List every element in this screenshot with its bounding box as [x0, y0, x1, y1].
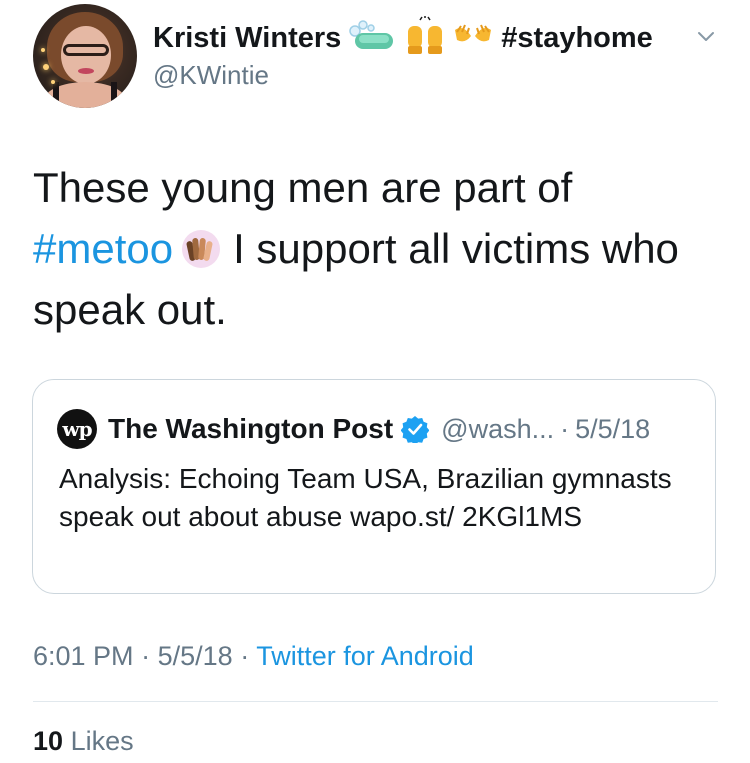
raised-hands-icon [403, 14, 447, 61]
hashtag-link[interactable]: #metoo [33, 225, 173, 272]
quoted-author-name[interactable]: The Washington Post [108, 413, 393, 445]
quoted-author-handle[interactable]: @wash... [441, 414, 554, 445]
author-name-hashtag: #stayhome [501, 21, 653, 54]
tweet-time[interactable]: 6:01 PM [33, 641, 134, 671]
tweet-date[interactable]: 5/5/18 [158, 641, 233, 671]
divider [33, 701, 718, 702]
meta-separator-2: · [240, 641, 250, 671]
avatar[interactable] [33, 4, 137, 108]
likes-stat[interactable]: 10 Likes [33, 726, 134, 757]
quoted-tweet-text: Analysis: Echoing Team USA, Brazilian gy… [59, 463, 672, 532]
tweet-text: These young men are part of #metoo I suppo… [33, 157, 723, 340]
tweet: Kristi Winters #stayhome @KWintie These … [0, 0, 750, 763]
tweet-meta: 6:01 PM · 5/5/18 · Twitter for Android [33, 641, 474, 672]
tweet-source-link[interactable]: Twitter for Android [256, 641, 474, 671]
author-display-name[interactable]: Kristi Winters [153, 22, 341, 55]
quoted-separator: · [560, 413, 570, 444]
quoted-tweet-date[interactable]: 5/5/18 [575, 414, 650, 445]
author-name-row[interactable]: Kristi Winters #stayhome [153, 14, 653, 61]
quoted-tweet-card[interactable]: wp The Washington Post @wash... · 5/5/18… [32, 379, 716, 594]
chevron-down-icon[interactable] [696, 26, 716, 46]
quoted-tweet-header: The Washington Post @wash... · 5/5/18 [108, 407, 650, 451]
likes-label: Likes [70, 726, 134, 756]
washington-post-logo: wp [57, 409, 97, 449]
soap-icon [347, 19, 397, 58]
author-handle[interactable]: @KWintie [153, 60, 269, 91]
raising-hands-icon [177, 224, 225, 268]
meta-separator-1: · [141, 641, 151, 671]
tweet-text-before: These young men are part of [33, 164, 573, 211]
open-hands-icon [453, 24, 493, 53]
verified-badge-icon [401, 416, 430, 443]
likes-count: 10 [33, 726, 64, 756]
